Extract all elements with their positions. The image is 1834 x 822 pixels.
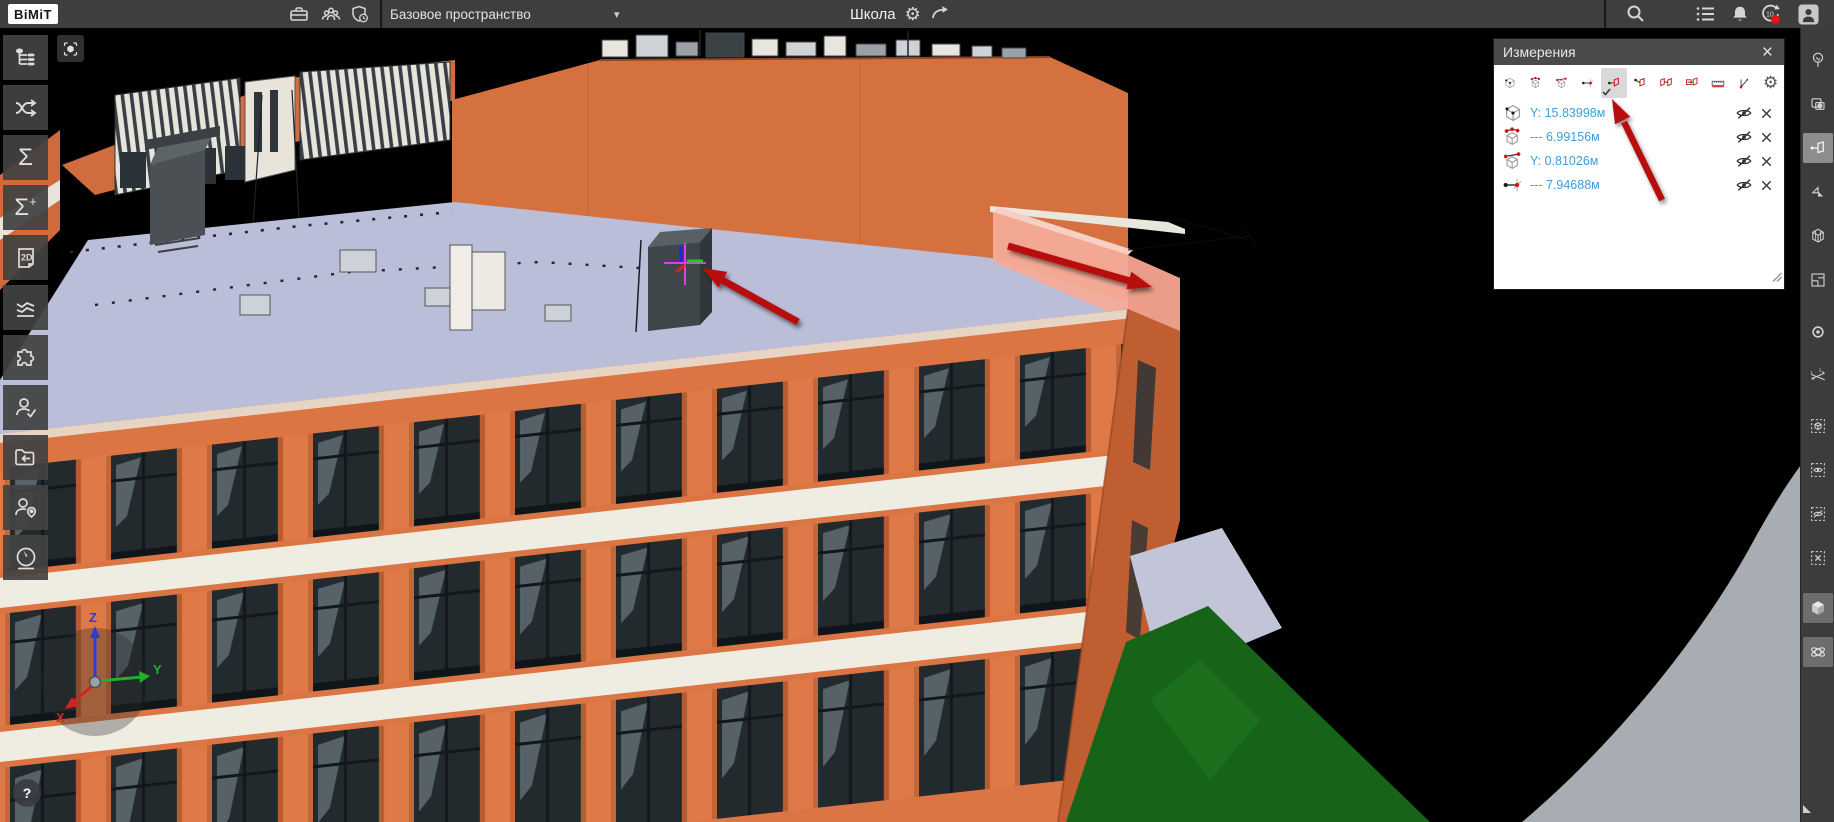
measure-point-to-line-icon [1501,174,1525,196]
sigma-plus-icon: Σ+ [14,194,36,222]
share-icon[interactable] [930,3,950,26]
bim-viewer-app: Z Y X BiMiT [0,0,1834,822]
shuffle-button[interactable] [3,85,48,130]
measure-point-to-plane-tool[interactable] [1601,68,1627,98]
folder-import-button[interactable] [3,435,48,480]
delete-measurement-icon[interactable] [1755,103,1777,123]
2d-icon-label: 2D [21,252,33,262]
topbar-divider [380,0,382,28]
user-location-button[interactable] [3,485,48,530]
close-icon[interactable]: × [1760,43,1775,62]
measure-model-point-tool[interactable] [1497,68,1523,98]
measure-point-to-point-icon [1501,126,1525,148]
left-toolbar: Σ Σ+ 2D [3,28,48,585]
measurement-row: Y: 0.81026м [1494,149,1784,173]
measure-point-plane-alt-tool[interactable] [1627,68,1653,98]
sigma-icon: Σ [18,144,33,172]
section-box-button[interactable] [1803,221,1833,251]
shaded-view-button[interactable] [1803,593,1833,623]
right-toolbar: 1 2 [1800,28,1834,822]
hide-selection-button[interactable] [1803,499,1833,529]
measurement-value: Y: 15.83998м [1530,106,1733,120]
shield-clock-icon[interactable] [348,3,370,25]
delete-measurement-icon[interactable] [1755,127,1777,147]
search-icon[interactable] [1625,3,1647,25]
measure-point-to-line-tool[interactable] [1575,68,1601,98]
topbar-divider-right [1604,0,1606,28]
measure-edge-tool[interactable] [1549,68,1575,98]
measurements-panel: Измерения × ⚙ Y: 15.83998м [1493,38,1785,290]
axes-compare-button[interactable]: 1 2 [1803,361,1833,391]
user-approve-button[interactable] [3,385,48,430]
help-button[interactable]: ? [13,779,41,807]
axis-marker-2: 2 [1818,368,1821,373]
project-settings-gear-icon[interactable]: ⚙ [905,5,921,23]
visibility-off-icon[interactable] [1733,151,1755,171]
team-icon[interactable] [320,3,342,25]
visibility-off-icon[interactable] [1733,103,1755,123]
topbar: BiMiT Базовое пространство ▾ Школа ⚙ [0,0,1834,28]
flip-section-button[interactable] [1803,177,1833,207]
panel-resize-handle[interactable] [1771,269,1782,287]
app-logo[interactable]: BiMiT [8,4,58,24]
visibility-off-icon[interactable] [1733,127,1755,147]
space-selector-label: Базовое пространство [390,7,531,22]
measure-plane-offset-tool[interactable] [1679,68,1705,98]
measure-model-point-icon [1501,102,1525,124]
model-tree-button[interactable] [3,35,48,80]
measurement-value: --- 6.99156м [1530,130,1733,144]
charts-button[interactable] [3,285,48,330]
selection-sets-button[interactable] [1803,89,1833,119]
selected-check-icon [1602,84,1611,99]
dashboard-gauge-button[interactable] [3,535,48,580]
portfolio-icon[interactable] [288,3,310,25]
sidebar-resize-handle[interactable] [1803,800,1813,818]
axis-x-label: X [56,710,65,725]
measurements-panel-title: Измерения [1503,44,1576,60]
show-selection-button[interactable] [1803,455,1833,485]
axis-z-label: Z [89,610,97,625]
user-avatar[interactable] [1797,3,1819,25]
measurement-row: Y: 15.83998м [1494,101,1784,125]
measure-tools-toolbar: ⚙ [1494,65,1784,101]
measurement-row: --- 7.94688м [1494,173,1784,197]
space-selector[interactable]: Базовое пространство [390,0,531,28]
axis-marker-1: 1 [1810,370,1813,375]
delete-measurement-icon[interactable] [1755,175,1777,195]
notification-dot [1771,15,1780,24]
measurement-value: Y: 0.81026м [1530,154,1733,168]
focus-target-button[interactable] [1803,317,1833,347]
selection-mode-button[interactable] [57,35,84,62]
floorplan-button[interactable] [1803,265,1833,295]
isolate-selection-button[interactable] [1803,411,1833,441]
measure-angle-tool[interactable] [1731,68,1757,98]
clear-selection-button[interactable] [1803,543,1833,573]
2d-view-button[interactable]: 2D [3,235,48,280]
measure-point-to-point-tool[interactable] [1523,68,1549,98]
project-title: Школа [850,6,896,23]
measure-ruler-tool[interactable] [1705,68,1731,98]
history-icon[interactable]: 10 [1758,2,1782,26]
measurement-row: --- 6.99156м [1494,125,1784,149]
measure-edge-icon [1501,150,1525,172]
list-icon[interactable] [1695,3,1717,25]
visibility-off-icon[interactable] [1733,175,1755,195]
bell-icon[interactable] [1729,3,1751,25]
measure-plane-to-plane-tool[interactable] [1653,68,1679,98]
sum-add-button[interactable]: Σ+ [3,185,48,230]
chevron-down-icon[interactable]: ▾ [614,0,620,28]
measure-point-plane-button[interactable] [1803,133,1833,163]
delete-measurement-icon[interactable] [1755,151,1777,171]
axis-y-label: Y [153,662,162,677]
environment-tree-button[interactable] [1803,45,1833,75]
plugins-button[interactable] [3,335,48,380]
measure-settings-gear-icon[interactable]: ⚙ [1757,72,1784,94]
sum-button[interactable]: Σ [3,135,48,180]
measurement-value: --- 7.94688м [1530,178,1733,192]
measurements-panel-header[interactable]: Измерения × [1494,39,1784,65]
orbit-mode-button[interactable] [1803,637,1833,667]
